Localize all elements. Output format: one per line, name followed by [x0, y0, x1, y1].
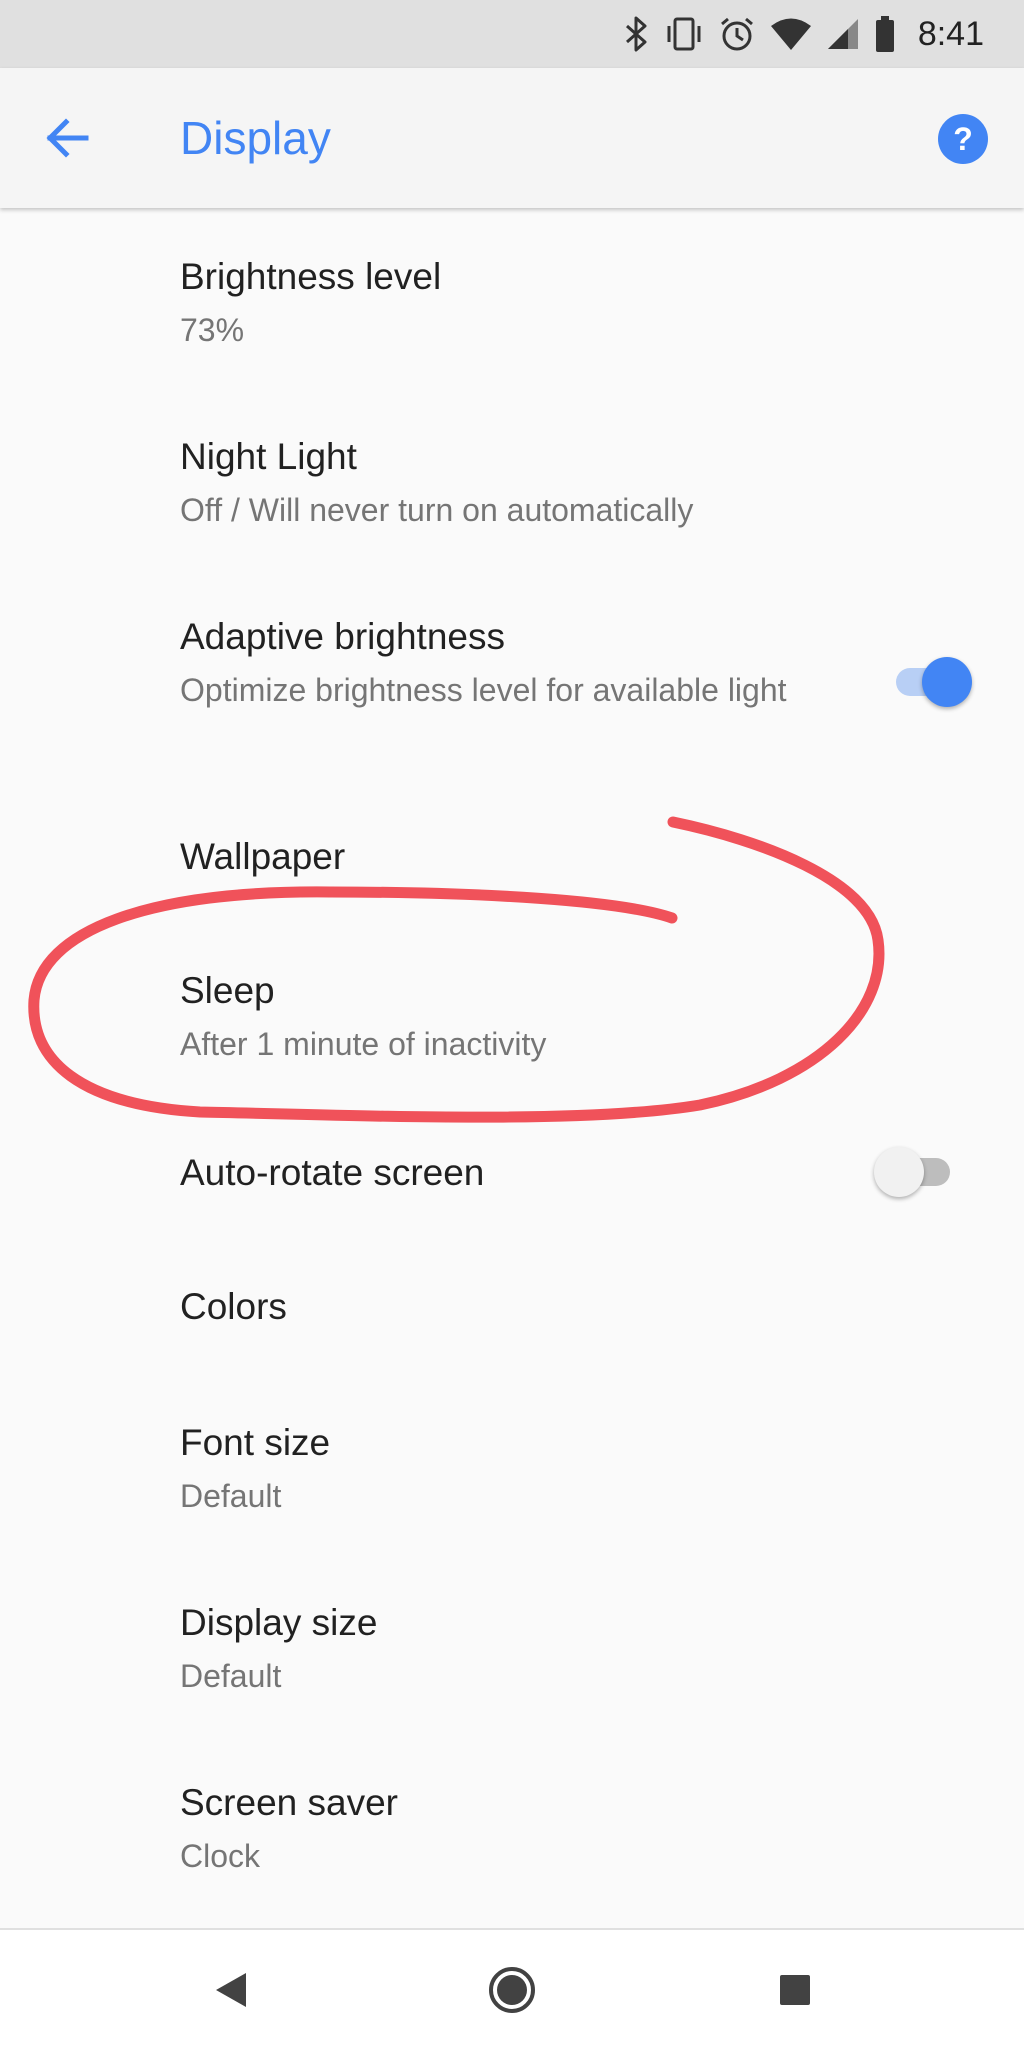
- item-summary: 73%: [180, 312, 245, 348]
- nav-home-button[interactable]: [482, 1960, 542, 2020]
- setting-sleep[interactable]: Sleep After 1 minute of inactivity: [0, 918, 1024, 1096]
- vibrate-icon: [664, 16, 704, 52]
- arrow-back-icon: [46, 118, 89, 158]
- item-title: Font size: [180, 1422, 331, 1463]
- item-title: Adaptive brightness: [180, 616, 505, 657]
- nav-back-button[interactable]: [202, 1960, 262, 2020]
- wifi-icon: [770, 17, 812, 51]
- recents-square-icon: [780, 1975, 810, 2005]
- setting-screen-saver[interactable]: Screen saver Clock: [0, 1724, 1024, 1924]
- setting-display-size[interactable]: Display size Default: [0, 1544, 1024, 1724]
- alarm-icon: [718, 15, 756, 53]
- item-summary: Default: [180, 1658, 282, 1694]
- toggle-thumb: [922, 657, 972, 707]
- item-title: Display size: [180, 1602, 378, 1643]
- nav-recents-button[interactable]: [765, 1960, 825, 2020]
- item-summary: Optimize brightness level for available …: [180, 672, 787, 708]
- setting-auto-rotate-screen[interactable]: Auto-rotate screen: [0, 1096, 1024, 1230]
- item-title: Auto-rotate screen: [180, 1152, 485, 1193]
- battery-icon: [874, 15, 896, 53]
- back-button[interactable]: [40, 110, 96, 166]
- status-bar: 8:41: [0, 0, 1024, 68]
- setting-brightness-level[interactable]: Brightness level 73%: [0, 208, 1024, 386]
- help-button[interactable]: ?: [936, 112, 990, 166]
- item-title: Night Light: [180, 436, 357, 477]
- item-title: Sleep: [180, 970, 275, 1011]
- cell-signal-icon: [826, 17, 860, 51]
- back-triangle-icon: [216, 1973, 246, 2007]
- auto-rotate-toggle[interactable]: [874, 1144, 954, 1200]
- setting-adaptive-brightness[interactable]: Adaptive brightness Optimize brightness …: [0, 566, 1024, 786]
- status-icons: 8:41: [624, 0, 984, 68]
- item-summary: Off / Will never turn on automatically: [180, 492, 694, 528]
- app-bar: Display ?: [0, 68, 1024, 208]
- setting-colors[interactable]: Colors: [0, 1230, 1024, 1364]
- item-title: Colors: [180, 1286, 287, 1327]
- adaptive-brightness-toggle[interactable]: [892, 654, 972, 710]
- setting-night-light[interactable]: Night Light Off / Will never turn on aut…: [0, 386, 1024, 566]
- item-summary: After 1 minute of inactivity: [180, 1026, 547, 1062]
- status-time: 8:41: [917, 14, 984, 53]
- navigation-bar: [0, 1928, 1024, 2050]
- item-title: Screen saver: [180, 1782, 398, 1823]
- item-title: Wallpaper: [180, 836, 346, 877]
- item-summary: Default: [180, 1478, 282, 1514]
- bluetooth-icon: [624, 16, 650, 52]
- svg-text:?: ?: [953, 121, 973, 157]
- help-icon: ?: [938, 114, 988, 164]
- item-title: Brightness level: [180, 256, 442, 297]
- item-summary: Clock: [180, 1838, 261, 1874]
- page-title: Display: [180, 112, 331, 164]
- home-circle-icon: [489, 1967, 535, 2013]
- setting-wallpaper[interactable]: Wallpaper: [0, 786, 1024, 918]
- setting-font-size[interactable]: Font size Default: [0, 1364, 1024, 1544]
- toggle-thumb: [874, 1147, 924, 1197]
